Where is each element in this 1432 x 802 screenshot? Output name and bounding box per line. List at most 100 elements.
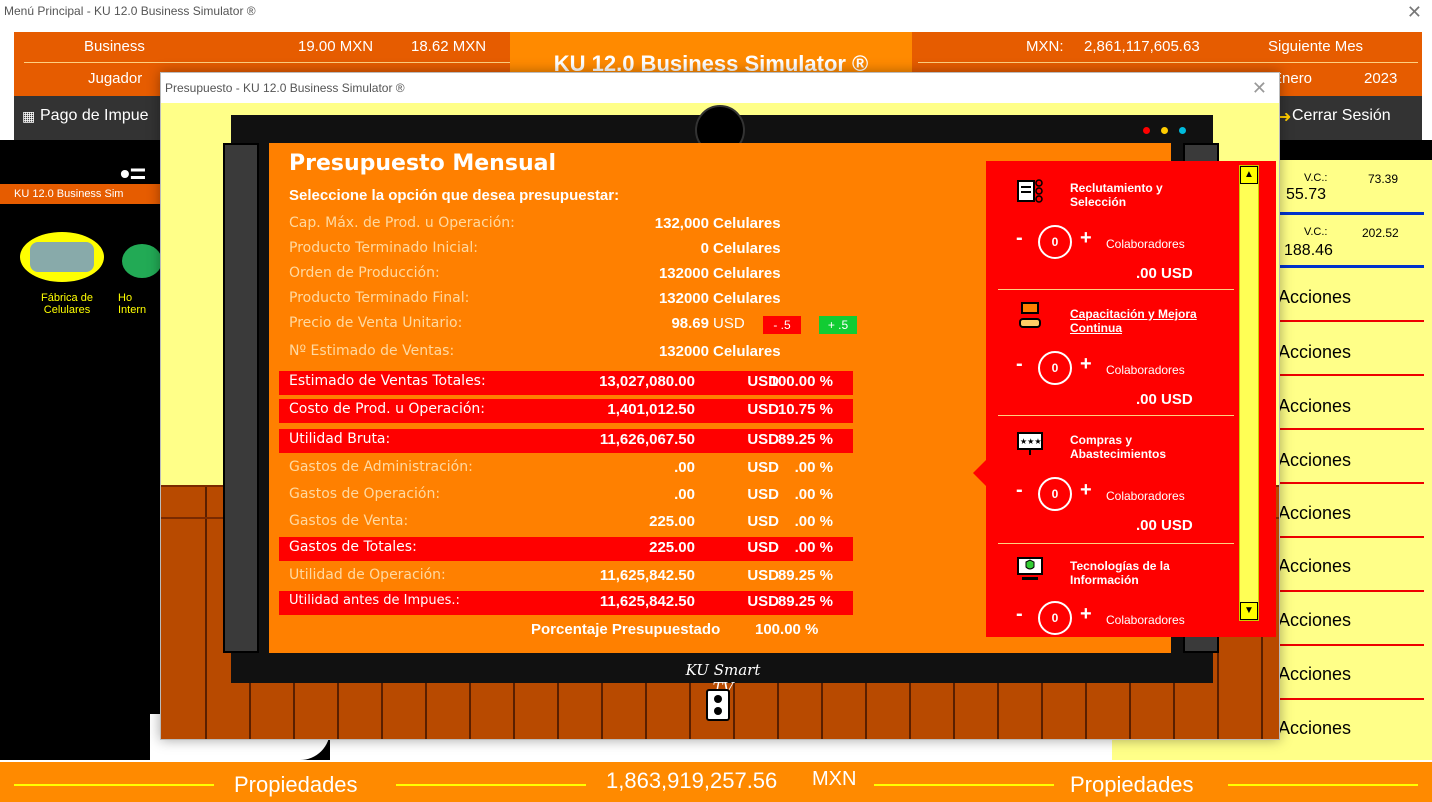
acciones-button[interactable]: Acciones: [1278, 503, 1351, 524]
row-capacity: Cap. Máx. de Prod. u Operación: 132,000 …: [279, 213, 853, 237]
acciones-button[interactable]: Acciones: [1278, 342, 1351, 363]
training-icon: [1016, 301, 1044, 329]
count-display: 0: [1038, 225, 1072, 259]
budgeted-percent-label: Porcentaje Presupuestado: [531, 621, 721, 638]
logout-menu[interactable]: Cerrar Sesión: [1292, 107, 1391, 125]
factory-label: Fábrica de Celulares: [41, 292, 93, 316]
section-usd: .00 USD: [1136, 517, 1193, 534]
acciones-button[interactable]: Acciones: [1278, 664, 1351, 685]
footer-value: 1,863,919,257.56: [606, 768, 778, 793]
footer-right-label: Propiedades: [1070, 772, 1194, 797]
row-admin-expenses: Gastos de Administración: .00 USD .00 %: [279, 457, 853, 481]
scroll-up-icon[interactable]: ▲: [1240, 166, 1258, 184]
section-usd: .00 USD: [1136, 391, 1193, 408]
dialog-title: Presupuesto - KU 12.0 Business Simulator…: [165, 81, 405, 95]
increase-button[interactable]: +: [1080, 603, 1092, 626]
colab-label: Colaboradores: [1106, 363, 1185, 377]
row-unit: Celulares: [713, 215, 781, 232]
colab-label: Colaboradores: [1106, 613, 1185, 627]
vc1-sub: 55.73: [1286, 186, 1327, 203]
row-value: 11,626,067.50: [599, 431, 695, 448]
decrease-button[interactable]: -: [1016, 603, 1023, 626]
row-percent: 89.25 %: [777, 431, 833, 448]
row-value: 11,625,842.50: [599, 593, 695, 610]
increase-button[interactable]: +: [1080, 353, 1092, 376]
row-operating-profit: Utilidad de Operación: 11,625,842.50 USD…: [279, 565, 853, 589]
vc1-label: V.C.:: [1304, 172, 1328, 184]
footer-bar: Propiedades 1,863,919,257.56 MXN Propied…: [0, 762, 1432, 802]
row-percent: 89.25 %: [777, 593, 833, 610]
count-display: 0: [1038, 601, 1072, 635]
recruitment-icon: [1016, 177, 1044, 205]
section-title: Reclutamiento y Selección: [1070, 181, 1163, 209]
vc2-label: V.C.:: [1304, 226, 1328, 238]
increase-button[interactable]: +: [1080, 227, 1092, 250]
budgeted-percent-value: 100.00 %: [755, 621, 819, 638]
price-decrease-button[interactable]: - .5: [763, 316, 801, 334]
main-close-icon[interactable]: ✕: [1407, 2, 1422, 23]
row-value: 0: [700, 240, 709, 257]
row-label: Precio de Venta Unitario:: [289, 315, 463, 331]
row-initial-stock: Producto Terminado Inicial: 0 Celulares: [279, 238, 853, 262]
mxn-label: MXN:: [1026, 38, 1064, 55]
section-title[interactable]: Capacitación y Mejora Continua: [1070, 307, 1200, 335]
department-scrollbar[interactable]: ▲ ▼: [1239, 165, 1259, 621]
yellow-led-icon: [1161, 127, 1168, 134]
hotel-icon[interactable]: [122, 244, 162, 278]
decrease-button[interactable]: -: [1016, 227, 1023, 250]
row-value: .00: [674, 459, 695, 476]
row-label: Utilidad antes de Impues.:: [289, 593, 460, 608]
tv-remote-icon: [706, 689, 730, 721]
footer-unit: MXN: [812, 768, 857, 790]
tv-speaker-left: [223, 143, 259, 653]
row-sales-expenses: Gastos de Venta: 225.00 USD .00 %: [279, 511, 853, 535]
row-total-expenses: Gastos de Totales: 225.00 USD .00 %: [279, 537, 853, 561]
acciones-button[interactable]: Acciones: [1278, 396, 1351, 417]
price-increase-button[interactable]: + .5: [819, 316, 857, 334]
row-operation-expenses: Gastos de Operación: .00 USD .00 %: [279, 484, 853, 508]
scroll-down-icon[interactable]: ▼: [1240, 602, 1258, 620]
next-month-button[interactable]: Siguiente Mes: [1268, 32, 1363, 62]
acciones-button[interactable]: Acciones: [1278, 287, 1351, 308]
purchasing-icon: ★★★: [1016, 429, 1044, 457]
row-percent: .00 %: [794, 539, 833, 556]
section-title: Compras y Abastecimientos: [1070, 433, 1167, 461]
divider: [998, 543, 1234, 544]
row-value: 132000: [658, 265, 709, 282]
main-titlebar: Menú Principal - KU 12.0 Business Simula…: [0, 0, 1432, 32]
mxn-balance: 2,861,117,605.63: [1084, 38, 1200, 55]
divider: [14, 784, 214, 786]
row-total-sales: Estimado de Ventas Totales: 13,027,080.0…: [279, 371, 853, 395]
rate-1: 19.00 MXN: [298, 38, 374, 55]
increase-button[interactable]: +: [1080, 479, 1092, 502]
divider: [24, 62, 514, 63]
row-label: Utilidad Bruta:: [289, 431, 391, 447]
red-led-icon: [1143, 127, 1150, 134]
divider: [998, 289, 1234, 290]
row-label: Orden de Producción:: [289, 265, 440, 281]
row-value: 225.00: [649, 539, 695, 556]
acciones-button[interactable]: Acciones: [1278, 610, 1351, 631]
row-value: 13,027,080.00: [599, 373, 695, 390]
row-label: Utilidad de Operación:: [289, 567, 446, 583]
decrease-button[interactable]: -: [1016, 479, 1023, 502]
acciones-button[interactable]: Acciones: [1278, 450, 1351, 471]
tax-payment-menu[interactable]: Pago de Impue: [40, 107, 149, 125]
row-value: 98.69: [671, 315, 709, 332]
row-percent: .00 %: [794, 513, 833, 530]
acciones-button[interactable]: Acciones: [1278, 556, 1351, 577]
decrease-button[interactable]: -: [1016, 353, 1023, 376]
row-unit: Celulares: [713, 290, 781, 307]
sub-window-title-text: KU 12.0 Business Sim: [14, 188, 124, 200]
logout-icon: ➜: [1278, 109, 1292, 126]
acciones-button[interactable]: Acciones: [1278, 718, 1351, 739]
row-gross-profit: Utilidad Bruta: 11,626,067.50 USD 89.25 …: [279, 429, 853, 453]
row-final-stock: Producto Terminado Final: 132000 Celular…: [279, 288, 853, 312]
section-title: Tecnologías de la Información: [1070, 559, 1170, 587]
factory-icon[interactable]: [20, 232, 104, 282]
row-estimated-sales: Nº Estimado de Ventas: 132000 Celulares: [279, 341, 853, 365]
row-unit: USD: [713, 315, 745, 332]
row-value: .00: [674, 486, 695, 503]
dialog-close-icon[interactable]: ✕: [1252, 73, 1267, 103]
row-label: Producto Terminado Final:: [289, 290, 470, 306]
